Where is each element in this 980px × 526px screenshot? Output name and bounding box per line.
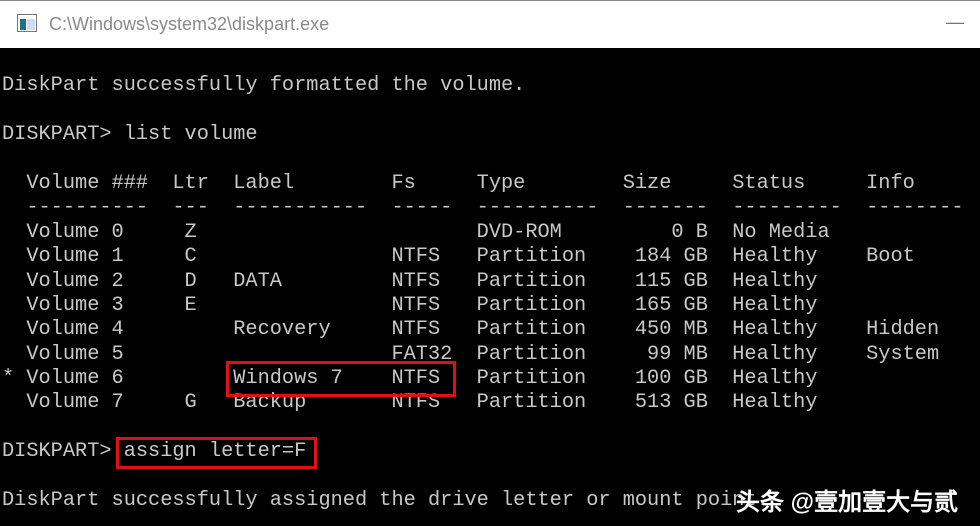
highlight-box-volume-6 xyxy=(226,361,456,397)
window-title: C:\Windows\system32\diskpart.exe xyxy=(49,14,330,34)
highlight-box-assign-command xyxy=(116,437,317,469)
console-line: Volume 3 E NTFS Partition 165 GB Healthy xyxy=(2,293,818,317)
console-line: Volume 7 G Backup NTFS Partition 513 GB … xyxy=(2,391,818,415)
console-line: Volume 2 D DATA NTFS Partition 115 GB He… xyxy=(2,269,818,293)
console-app-icon xyxy=(17,14,37,32)
console-line: Volume 4 Recovery NTFS Partition 450 MB … xyxy=(2,318,940,342)
console-line: Volume ### Ltr Label Fs Type Size Status… xyxy=(2,171,915,195)
console-line: Volume 5 FAT32 Partition 99 MB Healthy S… xyxy=(2,342,940,366)
console-line: DiskPart successfully formatted the volu… xyxy=(2,74,526,98)
console-line: ---------- --- ----------- ----- -------… xyxy=(2,196,964,220)
console-line: * Volume 6 Windows 7 NTFS Partition 100 … xyxy=(2,367,818,391)
console-line: DISKPART> list volume xyxy=(2,123,258,147)
minimize-icon[interactable]: — xyxy=(940,7,970,37)
console-line: Volume 1 C NTFS Partition 184 GB Healthy… xyxy=(2,245,915,269)
watermark: 头条 @壹加壹大与贰 xyxy=(736,489,959,516)
title-bar: C:\Windows\system32\diskpart.exe — xyxy=(0,0,980,48)
console-line: Volume 0 Z DVD-ROM 0 B No Media xyxy=(2,220,830,244)
